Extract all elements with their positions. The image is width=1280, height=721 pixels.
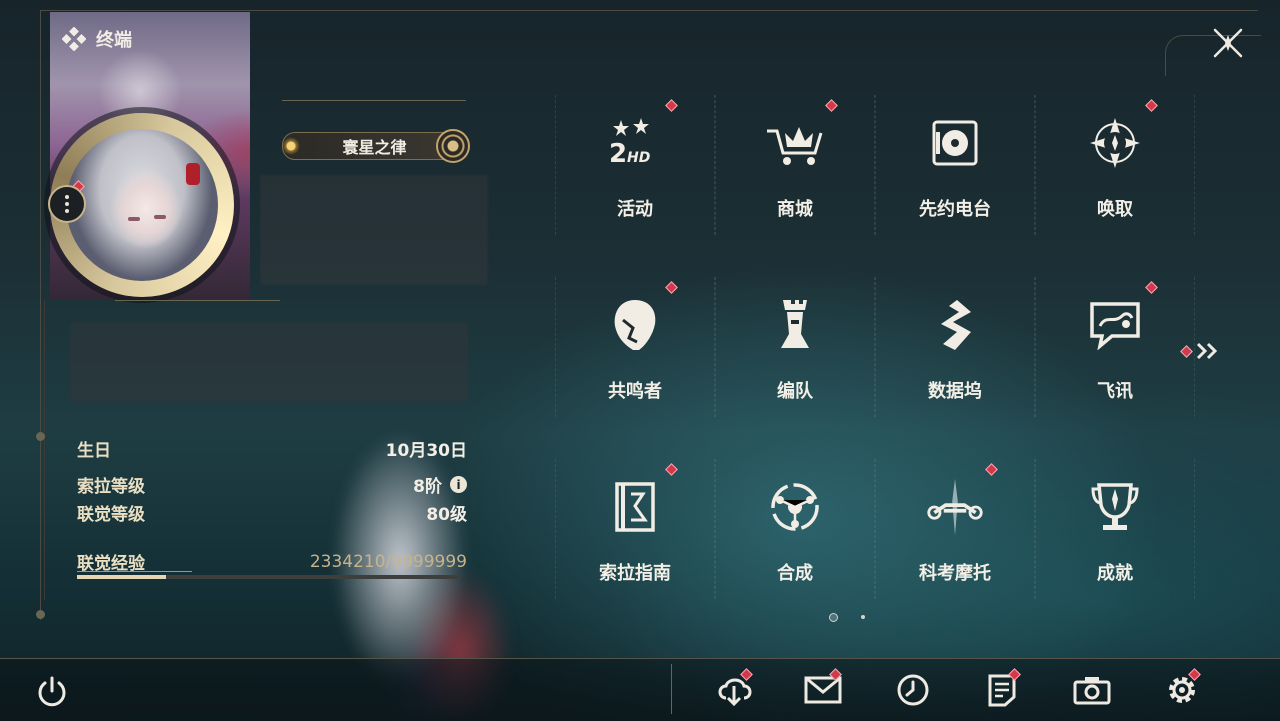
data-bank-icon	[925, 295, 985, 355]
stat-value: 8阶	[413, 477, 442, 497]
trophy-icon	[1085, 477, 1145, 537]
clock-button[interactable]	[891, 670, 935, 710]
stat-row-birthday: 生日 10月30日	[77, 436, 467, 461]
rail-marker	[36, 610, 45, 619]
settings-button[interactable]	[1160, 668, 1204, 710]
resonator-head-icon	[605, 295, 665, 355]
stat-value: 80级	[426, 505, 467, 525]
player-signature-area[interactable]	[70, 322, 468, 402]
more-vertical-icon	[65, 195, 69, 213]
camera-button[interactable]	[1070, 670, 1114, 710]
stat-value: 10月30日	[385, 441, 467, 461]
menu-item-label: 飞讯	[1097, 381, 1133, 402]
power-button[interactable]	[32, 672, 72, 712]
title-orb-icon	[436, 129, 470, 163]
double-chevron-right-icon	[1196, 342, 1218, 360]
player-title: 寰星之律	[342, 138, 407, 157]
avatar[interactable]	[66, 129, 218, 281]
menu-item-achievements[interactable]: 成就	[1035, 459, 1195, 599]
stat-row-union-level: 联觉等级 80级	[77, 500, 467, 525]
divider	[282, 100, 466, 101]
radio-pass-icon	[925, 113, 985, 173]
terminal-diamond-icon	[62, 27, 86, 51]
menu-item-label: 唤取	[1097, 199, 1133, 220]
page-indicator[interactable]	[861, 615, 865, 619]
avatar-eye	[154, 215, 166, 219]
chess-team-icon	[765, 295, 825, 355]
menu-item-resonators[interactable]: 共鸣者	[555, 277, 715, 417]
menu-item-label: 索拉指南	[599, 563, 671, 584]
menu-item-label: 数据坞	[928, 381, 982, 402]
menu-item-label: 成就	[1097, 563, 1133, 584]
avatar-hair-ornament	[186, 163, 200, 185]
exp-progress-bar	[77, 575, 460, 579]
menu-item-label: 合成	[777, 563, 813, 584]
svg-text:2: 2	[609, 139, 627, 168]
exp-progress-fill	[77, 575, 167, 579]
left-frame-line	[40, 10, 41, 620]
notification-badge	[1180, 344, 1193, 358]
mail-icon	[804, 676, 842, 704]
menu-item-guidebook[interactable]: 索拉指南	[555, 459, 715, 599]
next-page-button[interactable]	[1180, 339, 1222, 363]
power-icon	[38, 676, 66, 707]
divider	[115, 300, 280, 301]
menu-item-events[interactable]: 2 HD 活动	[555, 95, 715, 235]
menu-item-label: 科考摩托	[919, 563, 991, 584]
stat-row-sol-level: 索拉等级 8阶 i	[77, 472, 467, 497]
stat-label: 生日	[77, 441, 111, 461]
player-name-area	[260, 175, 488, 285]
player-title-badge[interactable]: 寰星之律	[281, 129, 470, 163]
stat-label: 索拉等级	[77, 477, 145, 497]
rail-marker	[36, 432, 45, 441]
motorcycle-icon	[925, 477, 985, 537]
svg-text:HD: HD	[627, 150, 650, 166]
exp-label-underline	[77, 571, 192, 572]
menu-item-label: 共鸣者	[608, 381, 662, 402]
guide-book-icon	[605, 477, 665, 537]
title-emblem-icon	[281, 136, 301, 156]
notes-button[interactable]	[980, 668, 1024, 710]
stat-label: 联觉等级	[77, 505, 145, 525]
menu-item-motorcycle[interactable]: 科考摩托	[875, 459, 1035, 599]
info-icon[interactable]: i	[450, 476, 467, 493]
menu-item-label: 商城	[777, 199, 813, 220]
left-frame-line-secondary	[44, 300, 45, 600]
menu-item-synthesis[interactable]: 合成	[715, 459, 875, 599]
menu-item-label: 活动	[617, 199, 653, 220]
menu-item-label: 先约电台	[919, 199, 991, 220]
menu-item-shop[interactable]: 商城	[715, 95, 875, 235]
close-button[interactable]	[1205, 20, 1251, 66]
synthesis-icon	[765, 477, 825, 537]
close-icon	[1213, 28, 1243, 58]
top-frame-line	[40, 10, 1258, 11]
clock-icon	[897, 674, 929, 706]
download-button[interactable]	[712, 668, 756, 710]
gacha-star-icon	[1085, 113, 1145, 173]
profile-more-button[interactable]	[48, 185, 86, 223]
menu-item-radio[interactable]: 先约电台	[875, 95, 1035, 235]
page-title: 终端	[96, 30, 132, 51]
menu-item-data-bank[interactable]: 数据坞	[875, 277, 1035, 417]
menu-item-messages[interactable]: 飞讯	[1035, 277, 1195, 417]
event-2nd-hd-icon: 2 HD	[605, 113, 665, 173]
bottom-bar-divider	[671, 664, 672, 714]
menu-item-team[interactable]: 编队	[715, 277, 875, 417]
page-indicator-active[interactable]	[829, 613, 838, 622]
shopping-cart-icon	[765, 113, 825, 173]
menu-item-convene[interactable]: 唤取	[1035, 95, 1195, 235]
menu-item-label: 编队	[777, 381, 813, 402]
message-chat-icon	[1085, 295, 1145, 355]
exp-value: 2334210/9999999	[309, 551, 467, 572]
avatar-eye	[128, 217, 140, 221]
mail-button[interactable]	[801, 668, 845, 710]
camera-icon	[1073, 677, 1111, 705]
terminal-header: 终端	[62, 26, 132, 52]
